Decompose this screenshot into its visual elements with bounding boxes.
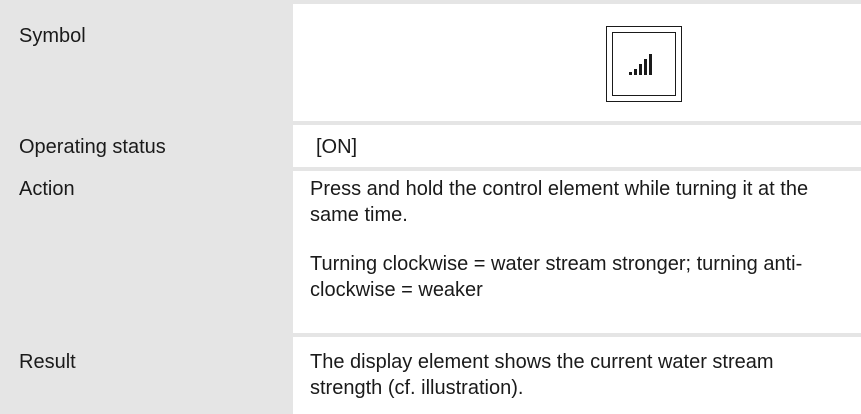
action-paragraph: Turning clockwise = water stream stronge… — [310, 253, 803, 301]
value-cell: [ON] — [297, 125, 861, 167]
row-label-operating-status: Operating status — [19, 136, 166, 158]
symbol-frame-inner — [612, 32, 676, 96]
operating-status-value: [ON] — [316, 136, 358, 158]
value-cell: The display element shows the current wa… — [297, 337, 861, 414]
symbol-frame — [606, 26, 682, 102]
label-cell: Result — [0, 337, 293, 414]
action-paragraph: Press and hold the control element while… — [310, 178, 809, 226]
row-label-symbol: Symbol — [19, 25, 86, 47]
label-cell: Symbol — [0, 4, 293, 121]
value-cell — [297, 4, 861, 121]
result-paragraph: The display element shows the current wa… — [310, 351, 774, 399]
instruction-table: Symbol Operating status [ON] Action Pres… — [0, 0, 861, 414]
row-label-action: Action — [19, 178, 75, 200]
label-cell: Action — [0, 171, 293, 333]
label-cell: Operating status — [0, 125, 293, 167]
row-label-result: Result — [19, 351, 76, 373]
signal-strength-icon — [629, 54, 652, 75]
value-cell: Press and hold the control element while… — [297, 171, 861, 333]
